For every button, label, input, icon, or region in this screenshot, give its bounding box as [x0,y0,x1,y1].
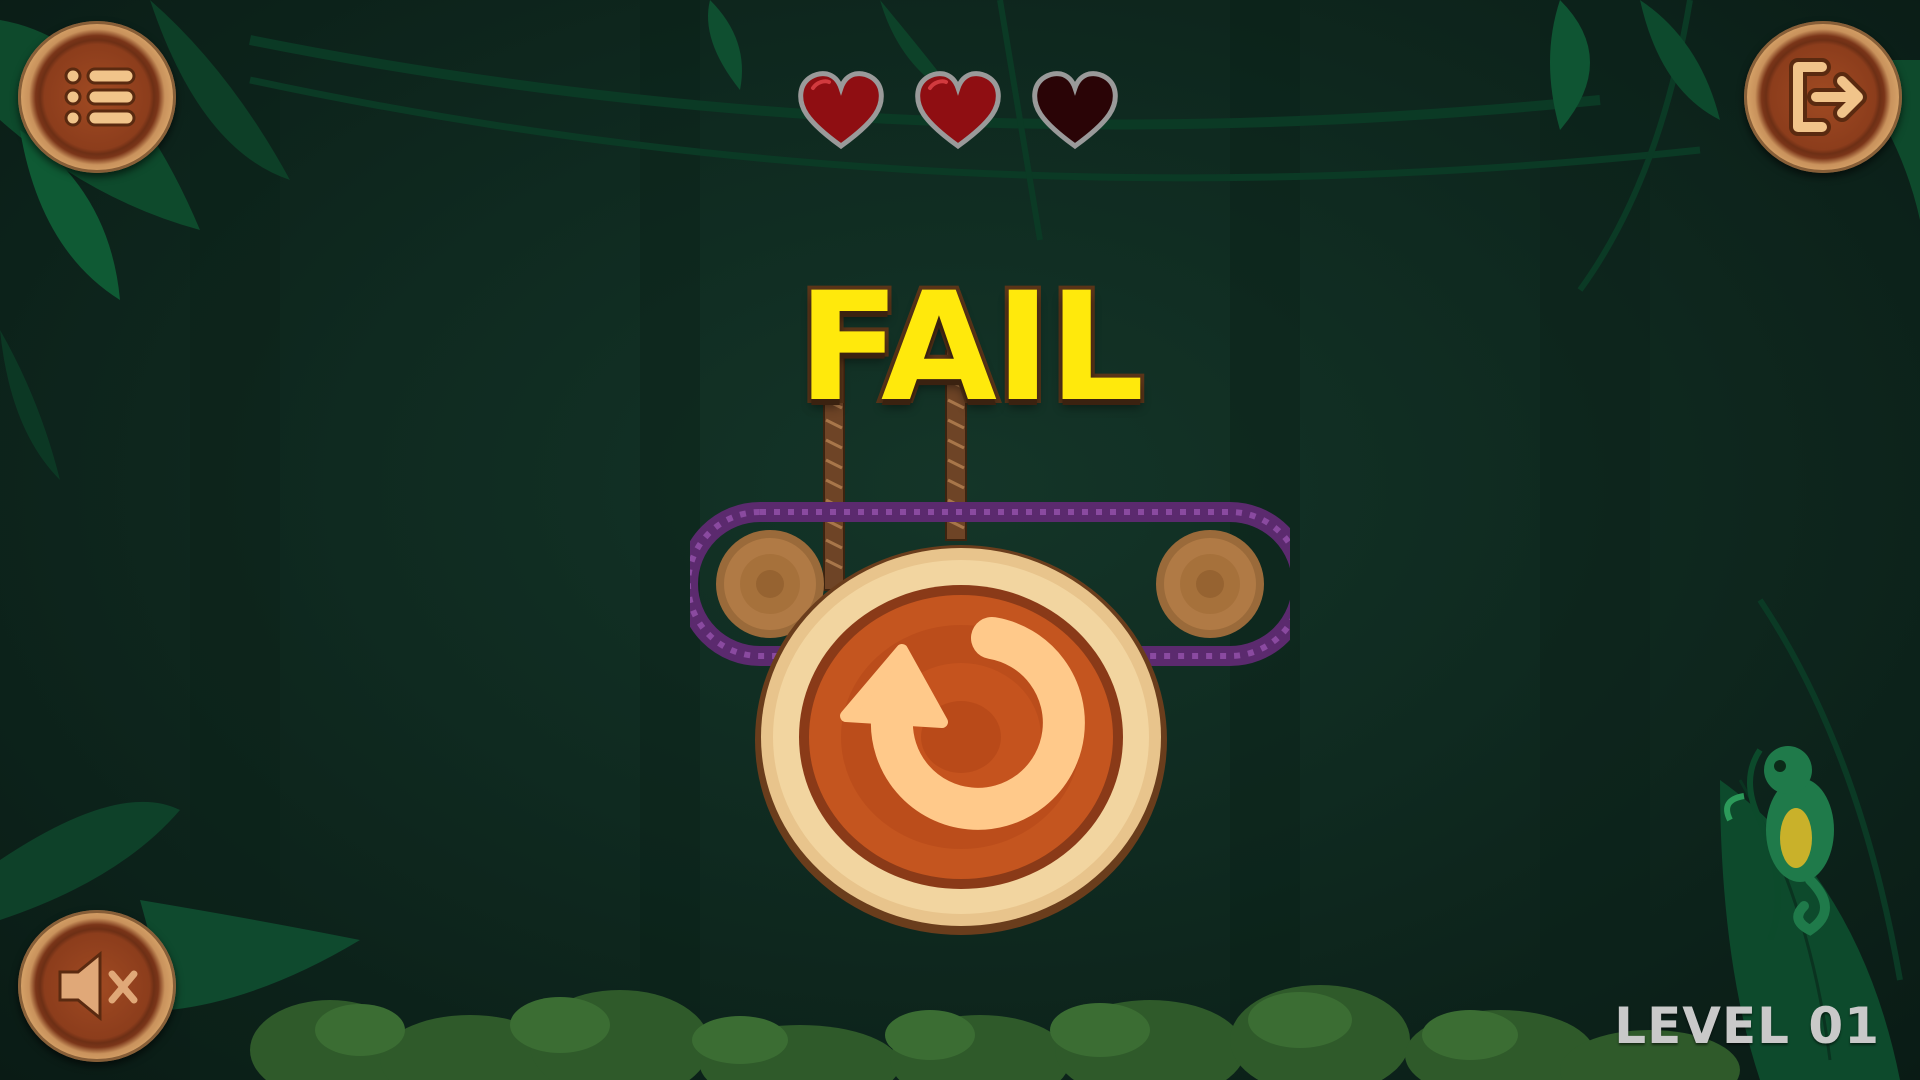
speaker-muted-icon [58,950,138,1022]
heart-full-icon [915,71,1001,150]
heart-empty-icon [1032,71,1118,150]
exit-door-icon [1789,58,1867,136]
replay-button[interactable] [752,538,1170,938]
menu-button[interactable] [18,21,176,173]
game-screen: FAIL LEVEL 01 [0,0,1920,1080]
fail-title: FAIL [794,257,1149,439]
chameleon-decoration [1724,746,1834,940]
sound-toggle-button[interactable] [18,910,176,1062]
heart-full-icon [798,71,884,150]
menu-list-icon [64,67,136,127]
level-label: LEVEL 01 [1614,997,1880,1055]
replay-log-disc [755,545,1167,935]
exit-button[interactable] [1744,21,1902,173]
lives-indicator [795,68,1125,153]
